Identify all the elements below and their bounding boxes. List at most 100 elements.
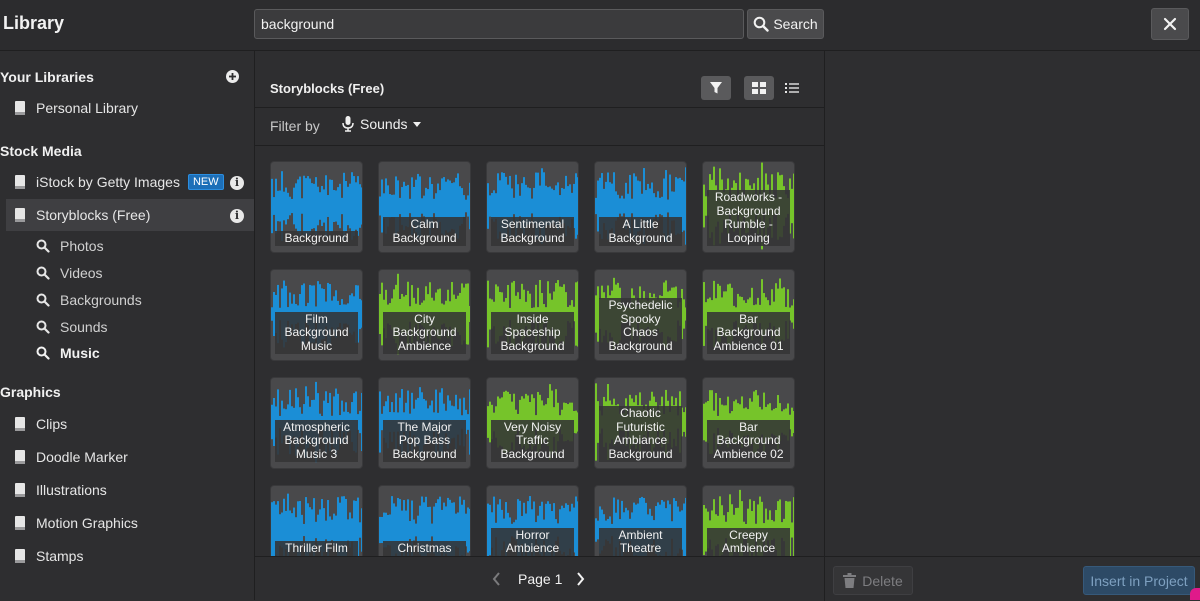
- sound-result-title: Atmospheric Background Music 3: [275, 419, 358, 462]
- action-footer: Delete Insert in Project: [825, 556, 1200, 601]
- sidebar-item-stamps[interactable]: Stamps: [6, 540, 254, 572]
- sidebar-item-clips[interactable]: Clips: [6, 408, 254, 440]
- search-icon: [36, 239, 50, 253]
- sound-result-card[interactable]: The Major Pop Bass Background: [378, 377, 471, 469]
- pagination: Page 1: [255, 556, 825, 601]
- sound-result-card[interactable]: Film Background Music: [270, 269, 363, 361]
- funnel-icon: [710, 82, 722, 94]
- sound-result-card[interactable]: Creepy Ambience Background -: [702, 485, 795, 556]
- sound-result-card[interactable]: A Little Background: [594, 161, 687, 253]
- delete-label: Delete: [862, 572, 903, 589]
- sound-result-card[interactable]: Very Noisy Traffic Background: [486, 377, 579, 469]
- list-icon: [785, 83, 799, 93]
- sidebar-subitem-music[interactable]: Music: [36, 342, 100, 364]
- sound-result-card[interactable]: Ambient Theatre Background: [594, 485, 687, 556]
- sound-result-card[interactable]: Bar Background Ambience 01: [702, 269, 795, 361]
- sidebar-item-istock[interactable]: iStock by Getty Images NEW: [6, 166, 254, 198]
- list-view-button[interactable]: [777, 76, 807, 100]
- book-icon: [15, 208, 25, 222]
- info-icon[interactable]: i: [230, 209, 244, 223]
- insert-label: Insert in Project: [1090, 572, 1188, 589]
- stock-media-heading: Stock Media: [0, 143, 82, 159]
- search-input[interactable]: [254, 9, 744, 39]
- page-title: Library: [3, 13, 65, 33]
- sidebar-item-doodle-marker[interactable]: Doodle Marker: [6, 441, 254, 473]
- search-button-label: Search: [773, 16, 818, 32]
- sidebar-subitem-label: Music: [60, 345, 100, 361]
- chevron-right-icon[interactable]: [576, 572, 585, 586]
- sound-result-title: Film Background Music: [275, 311, 358, 354]
- sound-result-title: Creepy Ambience Background -: [707, 527, 790, 556]
- sidebar-subitem-videos[interactable]: Videos: [36, 262, 103, 284]
- sidebar-item-label: Clips: [36, 416, 68, 432]
- sound-result-card[interactable]: Sentimental Background: [486, 161, 579, 253]
- new-badge: NEW: [187, 174, 224, 190]
- sidebar-subitem-label: Backgrounds: [60, 292, 142, 308]
- book-icon: [15, 101, 25, 115]
- sound-result-title: Bar Background Ambience 01: [707, 311, 790, 354]
- insert-in-project-button[interactable]: Insert in Project: [1083, 566, 1195, 595]
- sound-result-card[interactable]: Horror Ambience Background: [486, 485, 579, 556]
- sound-result-title: The Major Pop Bass Background: [383, 419, 466, 462]
- sound-result-title: Calm Background: [383, 217, 466, 246]
- sound-result-card[interactable]: City Background Ambience: [378, 269, 471, 361]
- sidebar-item-motion-graphics[interactable]: Motion Graphics: [6, 507, 254, 539]
- sound-result-title: Very Noisy Traffic Background: [491, 419, 574, 462]
- sidebar: Your Libraries Personal Library Stock Me…: [0, 51, 255, 600]
- sound-result-card[interactable]: Bar Background Ambience 02: [702, 377, 795, 469]
- sidebar-item-label: iStock by Getty Images: [36, 174, 180, 190]
- sidebar-subitem-label: Photos: [60, 238, 104, 254]
- search-icon: [36, 293, 50, 307]
- sidebar-subitem-backgrounds[interactable]: Backgrounds: [36, 289, 142, 311]
- delete-button[interactable]: Delete: [833, 566, 913, 595]
- sidebar-item-label: Stamps: [36, 548, 84, 564]
- corner-accent: [1190, 588, 1200, 600]
- sidebar-subitem-label: Videos: [60, 265, 103, 281]
- search-button[interactable]: Search: [747, 9, 824, 39]
- sidebar-item-illustrations[interactable]: Illustrations: [6, 474, 254, 506]
- media-type-dropdown[interactable]: Sounds: [342, 116, 422, 132]
- sidebar-item-personal-library[interactable]: Personal Library: [6, 92, 254, 124]
- trash-icon: [843, 573, 857, 588]
- sound-result-card[interactable]: Roadworks - Background Rumble - Looping: [702, 161, 795, 253]
- sound-result-card[interactable]: Calm Background: [378, 161, 471, 253]
- page-indicator: Page 1: [518, 571, 563, 587]
- sound-result-title: Roadworks - Background Rumble - Looping: [707, 190, 790, 246]
- sidebar-item-storyblocks[interactable]: Storyblocks (Free): [6, 199, 254, 231]
- sidebar-subitem-label: Sounds: [60, 319, 108, 335]
- results-header: Storyblocks (Free): [255, 51, 824, 108]
- chevron-left-icon[interactable]: [492, 572, 501, 586]
- search-icon: [36, 346, 50, 360]
- search-icon: [36, 320, 50, 334]
- sound-result-card[interactable]: Chaotic Futuristic Ambiance Background: [594, 377, 687, 469]
- sound-result-card[interactable]: Atmospheric Background Music 3: [270, 377, 363, 469]
- graphics-heading: Graphics: [0, 384, 61, 400]
- sound-result-title: Chaotic Futuristic Ambiance Background: [599, 406, 682, 462]
- filter-toggle-button[interactable]: [701, 76, 731, 100]
- info-icon[interactable]: i: [230, 176, 244, 190]
- sound-result-card[interactable]: Inside Spaceship Background: [486, 269, 579, 361]
- filter-label: Filter by: [270, 118, 320, 134]
- sound-result-title: Background: [275, 230, 358, 246]
- sound-result-title: City Background Ambience: [383, 311, 466, 354]
- add-library-icon[interactable]: [226, 70, 239, 83]
- close-button[interactable]: [1151, 8, 1189, 40]
- sound-result-title: Sentimental Background: [491, 217, 574, 246]
- filter-row: Filter by Sounds: [255, 108, 824, 146]
- sound-result-card[interactable]: Christmas Background -: [378, 485, 471, 556]
- your-libraries-heading: Your Libraries: [0, 69, 94, 85]
- results-panel: Storyblocks (Free) Filter by Sounds Back…: [255, 51, 825, 556]
- sidebar-item-label: Personal Library: [36, 100, 138, 116]
- sidebar-item-label: Doodle Marker: [36, 449, 128, 465]
- book-icon: [15, 175, 25, 189]
- sound-result-card[interactable]: Thriller Film Background: [270, 485, 363, 556]
- sound-result-card[interactable]: Background: [270, 161, 363, 253]
- sidebar-item-label: Storyblocks (Free): [36, 207, 151, 223]
- grid-view-button[interactable]: [744, 76, 774, 100]
- sidebar-subitem-photos[interactable]: Photos: [36, 235, 104, 257]
- sound-result-title: A Little Background: [599, 217, 682, 246]
- sound-result-title: Thriller Film Background: [275, 541, 358, 556]
- book-icon: [15, 549, 25, 563]
- sound-result-card[interactable]: Psychedelic Spooky Chaos Background: [594, 269, 687, 361]
- sidebar-subitem-sounds[interactable]: Sounds: [36, 316, 107, 338]
